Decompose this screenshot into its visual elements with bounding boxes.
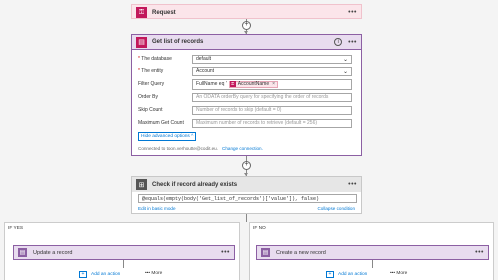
add-action-icon: + (79, 271, 87, 278)
chevron-down-icon: ⌄ (342, 68, 348, 75)
remove-token-icon[interactable]: × (272, 81, 275, 87)
max-get-count-input[interactable]: Maximum number of records to retrieve (d… (192, 118, 352, 128)
condition-more-button[interactable]: ••• (348, 181, 357, 188)
update-record-more-button[interactable]: ••• (221, 249, 230, 256)
order-by-label: Order By (138, 94, 159, 100)
request-title: Request (152, 9, 176, 16)
edit-in-basic-mode-link[interactable]: Edit in basic mode (138, 206, 176, 211)
max-get-count-label: Maximum Get Count (138, 120, 184, 126)
update-record-title: Update a record (33, 249, 73, 256)
condition-expression-input[interactable]: @equals(empty(body('Get_list_of_records'… (138, 194, 357, 203)
filter-query-input[interactable]: FullName eq ' ⚿ AccountName × (192, 78, 352, 90)
if-yes-branch: IF YES ▤ Update a record ••• + Add an ac… (4, 222, 240, 280)
if-yes-label: IF YES (8, 226, 24, 231)
create-record-title: Create a new record (276, 249, 326, 256)
request-icon: ⚿ (136, 7, 147, 18)
connector-line (372, 260, 373, 268)
skip-count-input[interactable]: Number of records to skip (default = 0) (192, 105, 352, 115)
request-more-button[interactable]: ••• (348, 9, 357, 16)
update-record-action[interactable]: ▤ Update a record ••• (13, 245, 235, 260)
request-trigger-card[interactable]: ⚿ Request ••• (131, 4, 362, 19)
condition-icon: ⊞ (136, 179, 147, 190)
if-no-branch: IF NO ▤ Create a new record ••• + Add an… (249, 222, 494, 280)
get-list-of-records-card: ▤ Get list of records i ••• * The databa… (131, 34, 362, 156)
chevron-down-icon: ⌄ (342, 56, 348, 63)
skip-count-row: Skip Count Number of records to skip (de… (138, 105, 352, 115)
info-icon[interactable]: i (334, 38, 343, 46)
condition-title: Check if record already exists (152, 181, 238, 188)
add-action-icon: + (326, 271, 334, 278)
add-action-button[interactable]: + Add an action (326, 271, 367, 278)
max-get-count-row: Maximum Get Count Maximum number of reco… (138, 118, 352, 128)
insert-step-button[interactable]: + (242, 21, 251, 30)
if-no-label: IF NO (253, 226, 266, 231)
create-record-action[interactable]: ▤ Create a new record ••• (256, 245, 489, 260)
get-list-more-button[interactable]: ••• (348, 39, 357, 46)
more-button[interactable]: ••• More (390, 271, 407, 276)
account-name-token[interactable]: ⚿ AccountName × (228, 80, 279, 88)
database-select[interactable]: default ⌄ (192, 54, 352, 64)
filter-label: Filter Query (138, 81, 165, 87)
database-icon: ▤ (261, 248, 270, 257)
connected-text: Connected to toon.verhoutte@codit.eu. (138, 146, 219, 151)
database-icon: ▤ (136, 36, 147, 48)
database-label: * The database (138, 56, 172, 62)
get-list-title: Get list of records (152, 39, 204, 45)
create-record-more-button[interactable]: ••• (475, 249, 484, 256)
change-connection-link[interactable]: Change connection. (222, 146, 263, 151)
database-row: * The database default ⌄ (138, 54, 352, 64)
database-icon: ▤ (18, 248, 27, 257)
hide-advanced-options-button[interactable]: Hide advanced options ^ (138, 132, 197, 141)
request-icon: ⚿ (229, 81, 236, 87)
connector-line (123, 260, 124, 268)
more-button[interactable]: ••• More (145, 271, 162, 276)
condition-card: ⊞ Check if record already exists ••• @eq… (131, 176, 362, 214)
insert-step-button[interactable]: + (242, 161, 251, 170)
filter-row: Filter Query FullName eq ' ⚿ AccountName… (138, 78, 352, 90)
entity-row: * The entity Account ⌄ (138, 66, 352, 76)
order-by-input[interactable]: An ODATA orderBy query for specifying th… (192, 92, 352, 102)
skip-count-label: Skip Count (138, 107, 163, 113)
entity-label: * The entity (138, 68, 164, 74)
collapse-condition-link[interactable]: Collapse condition (317, 206, 355, 211)
connector-line (246, 214, 247, 222)
order-by-row: Order By An ODATA orderBy query for spec… (138, 92, 352, 102)
entity-select[interactable]: Account ⌄ (192, 66, 352, 76)
connection-info: Connected to toon.verhoutte@codit.eu. Cha… (138, 146, 263, 151)
add-action-button[interactable]: + Add an action (79, 271, 120, 278)
